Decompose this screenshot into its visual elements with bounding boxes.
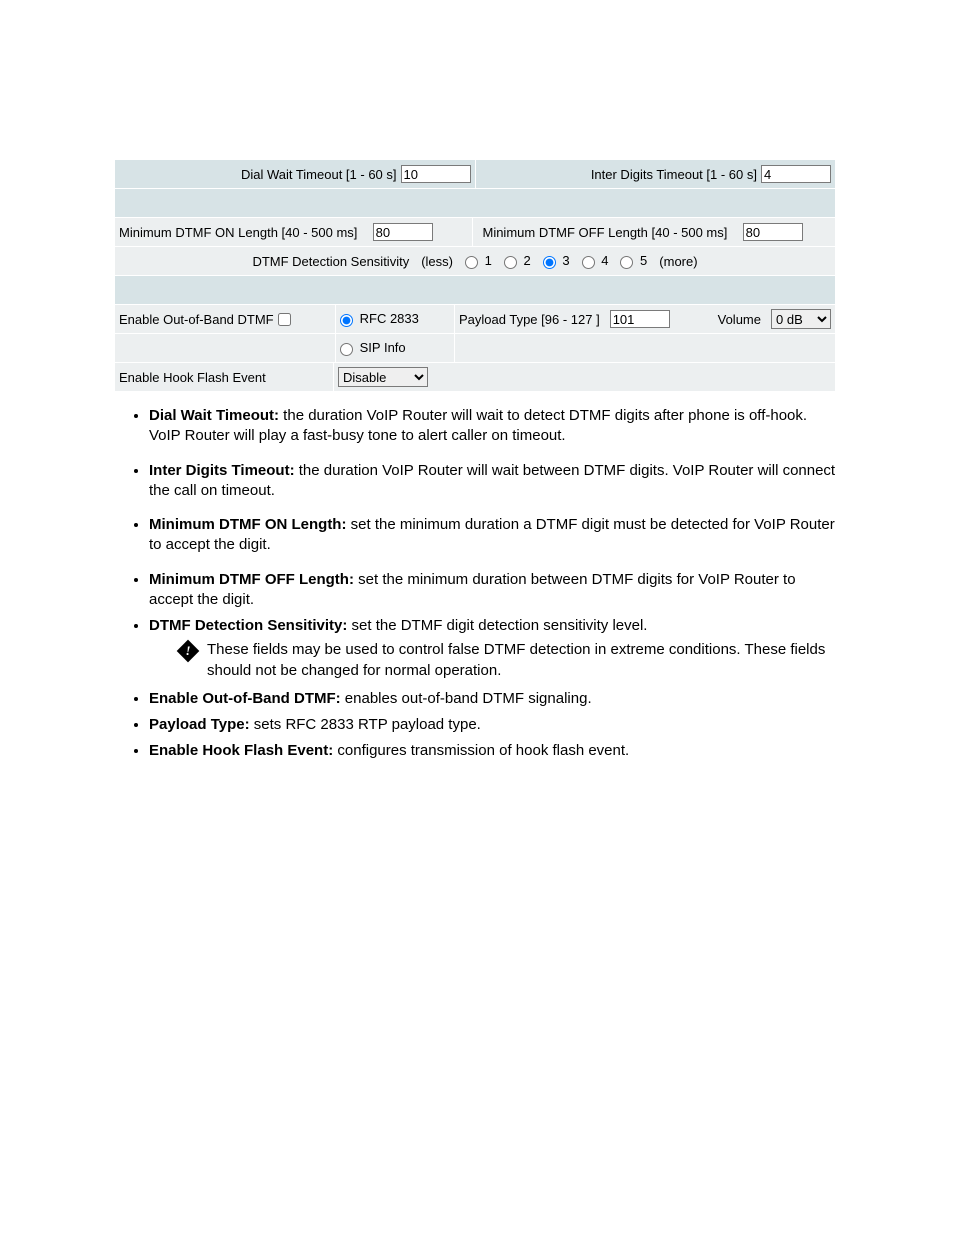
sensitivity-more: (more): [659, 254, 697, 269]
warning-icon: [177, 640, 199, 662]
sensitivity-2[interactable]: [504, 256, 517, 269]
dial-wait-input[interactable]: [401, 165, 471, 183]
dial-wait-label: Dial Wait Timeout [1 - 60 s]: [241, 167, 397, 182]
oob-mode-rfc2833[interactable]: [340, 314, 353, 327]
dtmf-form: Dial Wait Timeout [1 - 60 s] Inter Digit…: [115, 160, 835, 392]
list-item: Inter Digits Timeout: the duration VoIP …: [149, 461, 839, 502]
dtmf-off-input[interactable]: [743, 223, 803, 241]
oob-label: Enable Out-of-Band DTMF: [119, 312, 274, 327]
payload-input[interactable]: [610, 310, 670, 328]
oob-mode-sipinfo[interactable]: [340, 343, 353, 356]
inter-digits-label: Inter Digits Timeout [1 - 60 s]: [591, 167, 757, 182]
note: These fields may be used to control fals…: [177, 640, 839, 681]
dtmf-on-input[interactable]: [373, 223, 433, 241]
sensitivity-3[interactable]: [543, 256, 556, 269]
sensitivity-label: DTMF Detection Sensitivity: [252, 254, 409, 269]
list-item: Minimum DTMF ON Length: set the minimum …: [149, 515, 839, 556]
dtmf-on-label: Minimum DTMF ON Length [40 - 500 ms]: [119, 225, 357, 240]
inter-digits-input[interactable]: [761, 165, 831, 183]
sensitivity-4[interactable]: [582, 256, 595, 269]
list-item: Enable Out-of-Band DTMF: enables out-of-…: [149, 689, 839, 709]
hookflash-select[interactable]: Disable: [338, 367, 428, 387]
volume-select[interactable]: 0 dB: [771, 309, 831, 329]
sensitivity-row: DTMF Detection Sensitivity (less) 1 2 3 …: [248, 251, 701, 270]
sensitivity-less: (less): [421, 254, 453, 269]
list-item: Payload Type: sets RFC 2833 RTP payload …: [149, 715, 839, 735]
list-item: DTMF Detection Sensitivity: set the DTMF…: [149, 616, 839, 681]
hookflash-label: Enable Hook Flash Event: [119, 370, 266, 385]
list-item: Enable Hook Flash Event: configures tran…: [149, 741, 839, 761]
payload-label: Payload Type [96 - 127 ]: [459, 312, 600, 327]
list-item: Dial Wait Timeout: the duration VoIP Rou…: [149, 406, 839, 447]
list-item: Minimum DTMF OFF Length: set the minimum…: [149, 570, 839, 611]
oob-checkbox[interactable]: [278, 313, 291, 326]
sensitivity-1[interactable]: [465, 256, 478, 269]
dtmf-off-label: Minimum DTMF OFF Length [40 - 500 ms]: [482, 225, 727, 240]
volume-label: Volume: [718, 312, 761, 327]
description-list: Dial Wait Timeout: the duration VoIP Rou…: [115, 406, 839, 762]
sensitivity-5[interactable]: [620, 256, 633, 269]
